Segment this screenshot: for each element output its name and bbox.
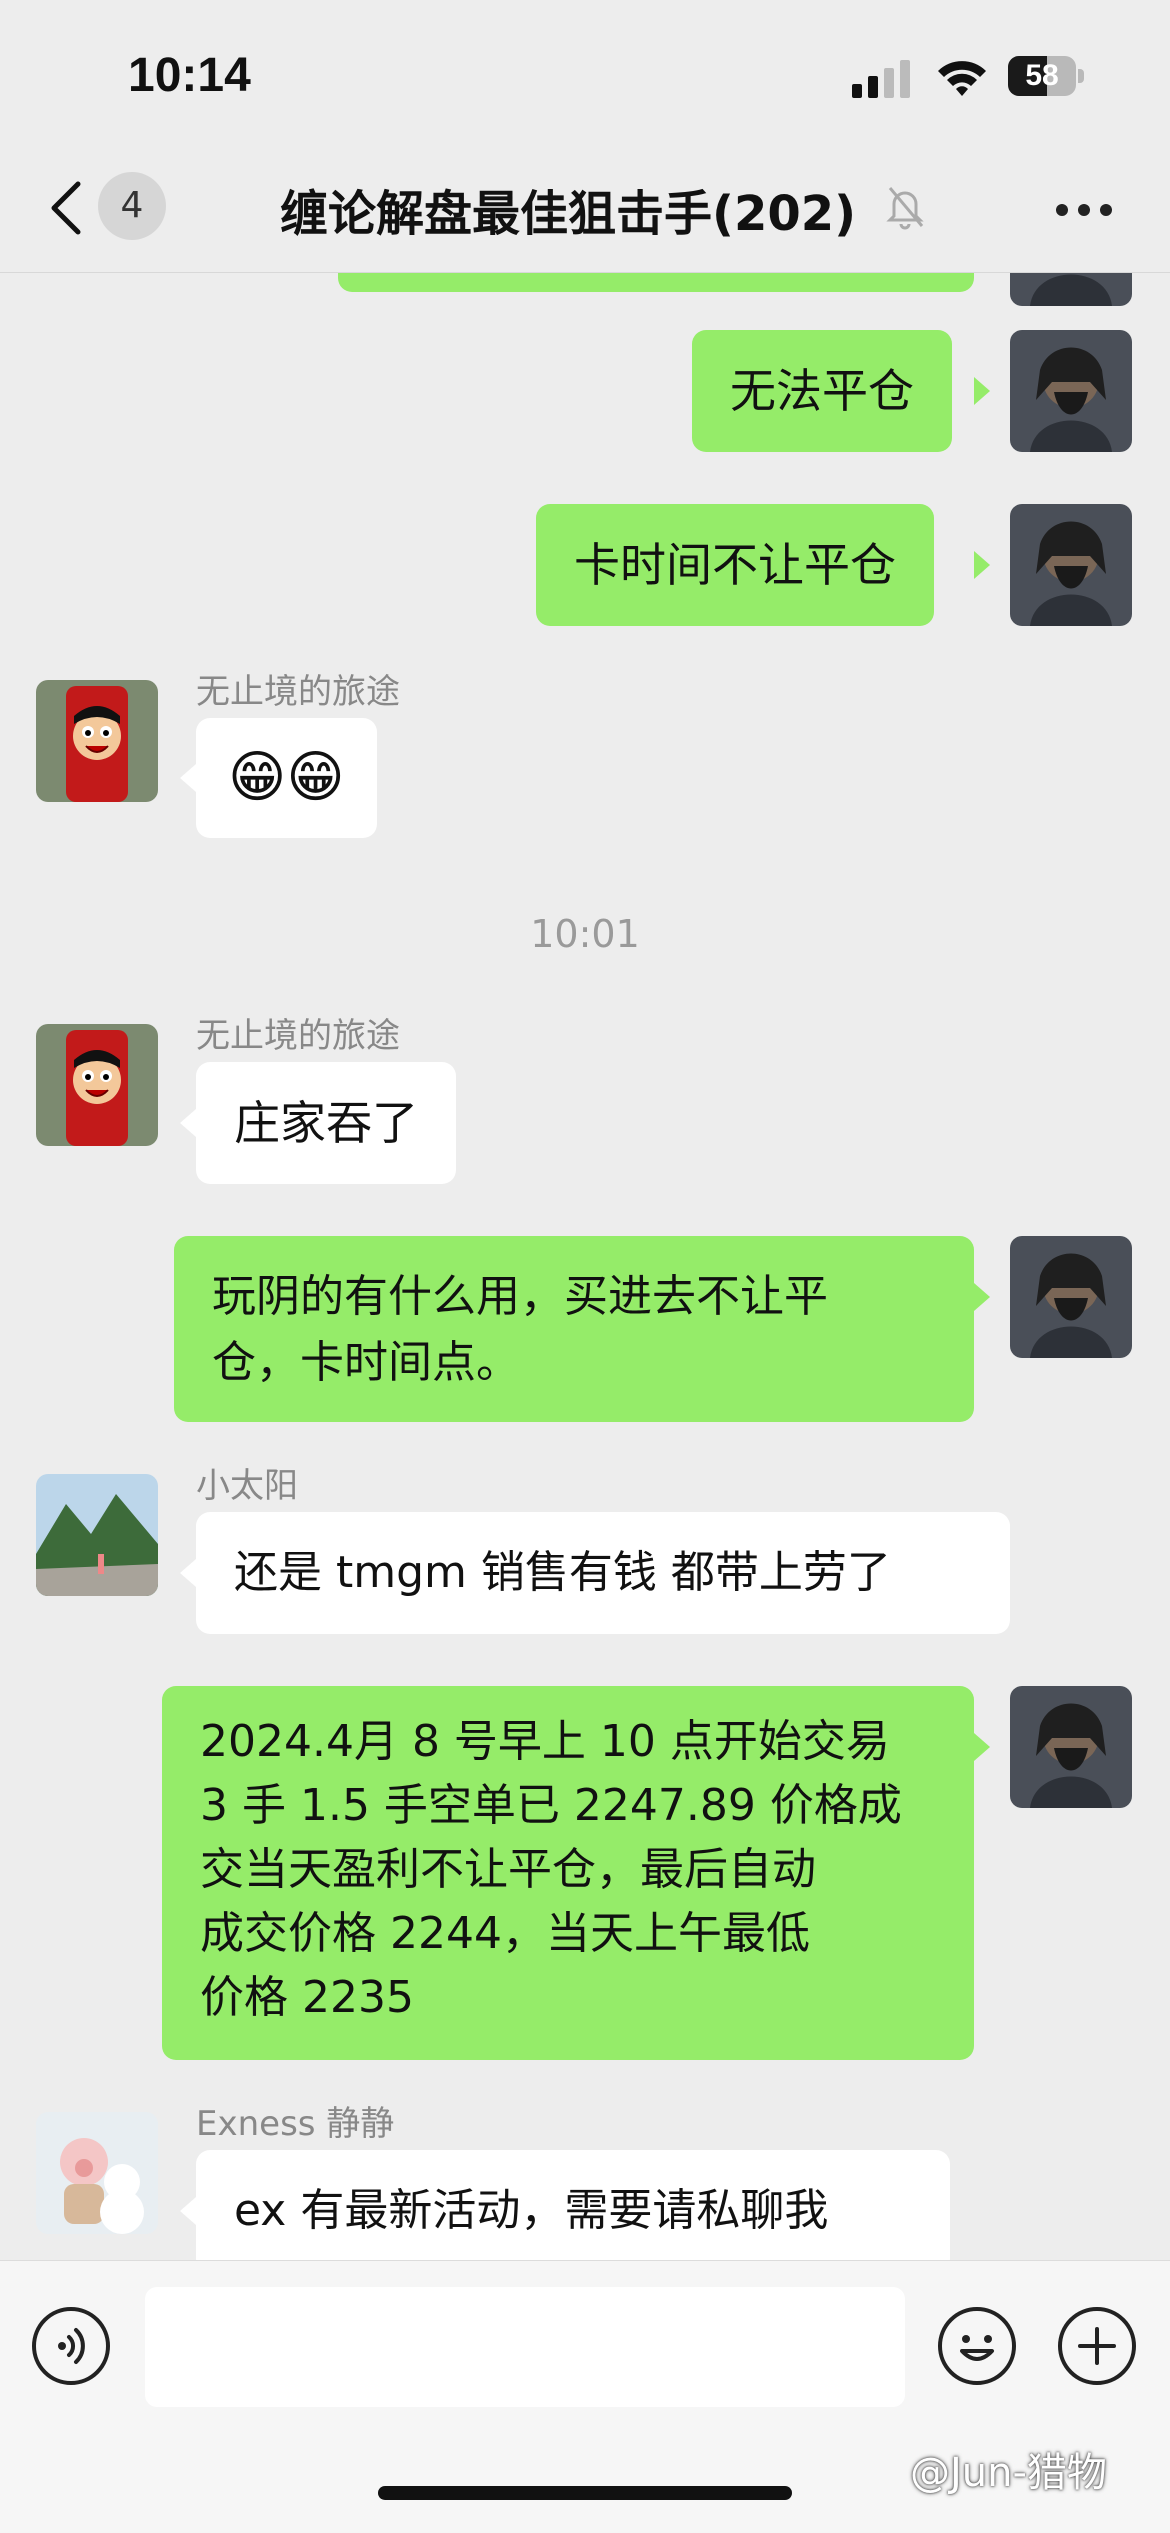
sender-avatar[interactable] bbox=[36, 1474, 158, 1596]
message-line: 3 手 1.5 手空单已 2247.89 价格成 bbox=[200, 1780, 902, 1831]
sender-name: Exness 静静 bbox=[196, 2104, 395, 2144]
wifi-icon bbox=[938, 61, 986, 96]
self-avatar[interactable] bbox=[1010, 330, 1132, 452]
message-bubble-self[interactable]: 玩阴的有什么用，买进去不让平 仓，卡时间点。 bbox=[174, 1236, 974, 1422]
chat-header: 4 缠论解盘最佳狙击手(202) bbox=[0, 150, 1170, 273]
message-bubble-other[interactable]: 还是 tmgm 销售有钱 都带上劳了 bbox=[196, 1512, 1010, 1634]
chevron-left-icon[interactable] bbox=[44, 178, 88, 238]
message-bubble-other[interactable]: 😁😁 bbox=[196, 718, 377, 838]
message-line: 玩阴的有什么用，买进去不让平 bbox=[212, 1271, 828, 1322]
battery-icon: 58 bbox=[1008, 56, 1090, 98]
more-dots-icon[interactable] bbox=[1056, 204, 1112, 218]
message-text-input[interactable] bbox=[145, 2287, 905, 2407]
bell-slash-icon bbox=[886, 187, 924, 230]
message-line: 仓，卡时间点。 bbox=[212, 1337, 520, 1388]
sender-name: 无止境的旅途 bbox=[196, 672, 400, 712]
watermark: @Jun-猎物 bbox=[910, 2450, 1107, 2496]
unread-count-badge[interactable]: 4 bbox=[98, 172, 166, 240]
message-bubble-partial[interactable] bbox=[338, 272, 974, 292]
self-avatar[interactable] bbox=[1010, 504, 1132, 626]
message-bubble-other[interactable]: 庄家吞了 bbox=[196, 1062, 456, 1184]
message-bubble-self[interactable]: 2024.4月 8 号早上 10 点开始交易 3 手 1.5 手空单已 2247… bbox=[162, 1686, 974, 2060]
home-indicator[interactable] bbox=[378, 2486, 792, 2500]
message-bubble-self[interactable]: 无法平仓 bbox=[692, 330, 952, 452]
self-avatar[interactable] bbox=[1010, 1686, 1132, 1808]
status-bar: 10:14 58 bbox=[0, 0, 1170, 150]
sender-avatar[interactable] bbox=[36, 680, 158, 802]
message-line: 价格 2235 bbox=[200, 1972, 414, 2023]
status-time: 10:14 bbox=[128, 49, 251, 102]
message-line: 成交价格 2244，当天上午最低 bbox=[200, 1908, 810, 1959]
battery-percent: 58 bbox=[1025, 59, 1059, 92]
self-avatar[interactable] bbox=[1010, 1236, 1132, 1358]
message-list[interactable]: 无法平仓 卡时间不让平仓 无止境的旅途 😁😁 10:01 无止境的旅途 庄家吞了… bbox=[0, 272, 1170, 2260]
sender-avatar[interactable] bbox=[36, 2112, 158, 2234]
chat-title[interactable]: 缠论解盘最佳狙击手(202) bbox=[280, 174, 856, 244]
self-avatar[interactable] bbox=[1010, 272, 1132, 306]
message-timestamp: 10:01 bbox=[530, 912, 640, 956]
message-line: 交当天盈利不让平仓，最后自动 bbox=[200, 1844, 816, 1895]
plus-icon[interactable] bbox=[1058, 2307, 1136, 2385]
emoji-icon[interactable] bbox=[938, 2307, 1016, 2385]
sender-avatar[interactable] bbox=[36, 1024, 158, 1146]
voice-icon[interactable] bbox=[32, 2307, 110, 2385]
message-bubble-other[interactable]: ex 有最新活动，需要请私聊我 bbox=[196, 2150, 950, 2260]
message-line: 2024.4月 8 号早上 10 点开始交易 bbox=[200, 1716, 890, 1767]
sender-name: 无止境的旅途 bbox=[196, 1016, 400, 1056]
cellular-signal-icon bbox=[852, 60, 910, 98]
sender-name: 小太阳 bbox=[196, 1466, 298, 1506]
message-bubble-self[interactable]: 卡时间不让平仓 bbox=[536, 504, 934, 626]
